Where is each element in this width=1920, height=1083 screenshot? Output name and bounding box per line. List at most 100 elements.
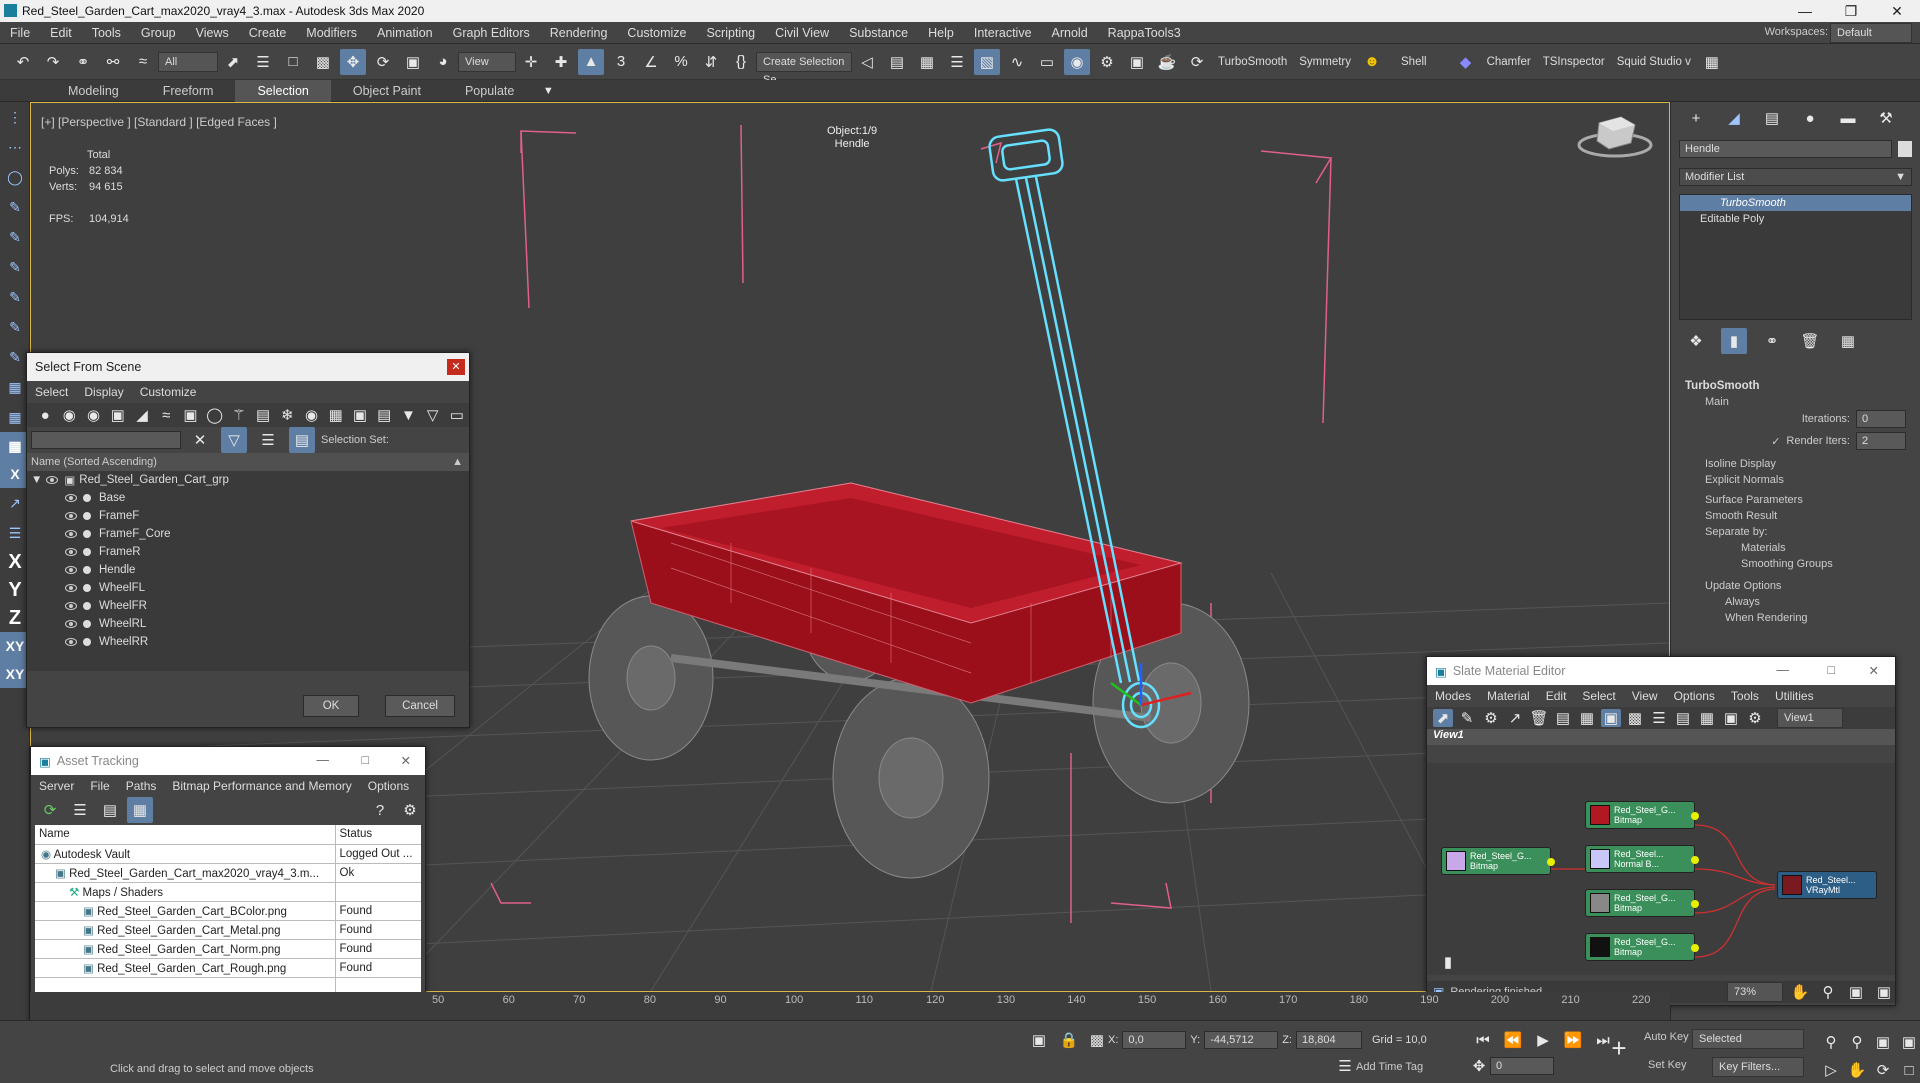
selection-filter-dropdown[interactable]: All	[158, 51, 218, 72]
named-selection-dropdown[interactable]: Create Selection Se	[756, 51, 852, 86]
cancel-button[interactable]: Cancel	[385, 695, 455, 717]
menu-tools[interactable]: Tools	[1723, 689, 1767, 703]
hidden-filter-icon[interactable]: ◉	[301, 402, 321, 428]
display-tab-icon[interactable]: ▬	[1835, 105, 1861, 131]
group-filter-icon[interactable]: ▣	[180, 402, 200, 428]
menu-arnold[interactable]: Arnold	[1042, 22, 1098, 44]
tsinspector-button[interactable]: TSInspector	[1537, 56, 1611, 68]
menu-customize[interactable]: Customize	[617, 22, 696, 44]
menu-material[interactable]: Material	[1479, 689, 1538, 703]
smooth-result-checkbox[interactable]: Smooth Result	[1705, 510, 1906, 522]
prev-frame-icon[interactable]: ⏪	[1500, 1027, 1526, 1053]
keyboard-shortcut-icon[interactable]: ▲	[578, 48, 604, 75]
funnel-icon[interactable]: ▽	[423, 402, 443, 428]
tree-item-row[interactable]: Base	[27, 489, 469, 507]
curve-editor-icon[interactable]: ∿	[1004, 49, 1030, 75]
menu-options[interactable]: Options	[1666, 689, 1723, 703]
visibility-eye-icon[interactable]	[46, 476, 59, 484]
key-filters-button[interactable]: Key Filters...	[1712, 1057, 1804, 1077]
ok-button[interactable]: OK	[303, 695, 359, 717]
pencil-icon[interactable]: ✎	[0, 222, 30, 252]
minimize-icon[interactable]: —	[317, 753, 330, 767]
orbit-icon[interactable]: ⟳	[1872, 1057, 1894, 1083]
iterations-input[interactable]: 0	[1856, 410, 1906, 428]
layout-children-icon[interactable]: ▤	[1673, 709, 1693, 727]
configure-sets-icon[interactable]: ▦	[1835, 328, 1861, 354]
menu-scripting[interactable]: Scripting	[696, 22, 765, 44]
lock-icon[interactable]: 🔒	[1056, 1027, 1082, 1053]
select-manipulate-icon[interactable]: ✚	[548, 49, 574, 75]
shape-filter-icon[interactable]: ◉	[59, 402, 79, 428]
material-editor-icon[interactable]: ◉	[1064, 48, 1090, 75]
tree-item-row[interactable]: FrameR	[27, 543, 469, 561]
schematic-view-icon[interactable]: ▭	[1034, 49, 1060, 75]
menu-file[interactable]: File	[82, 779, 117, 793]
smoothing-groups-checkbox[interactable]: Smoothing Groups	[1705, 558, 1906, 570]
delete-icon[interactable]: 🗑	[1529, 709, 1549, 727]
menu-modes[interactable]: Modes	[1427, 689, 1479, 703]
layout-icon[interactable]: ☰	[1649, 709, 1669, 727]
tree-item-row[interactable]: WheelRR	[27, 633, 469, 651]
tab-object-paint[interactable]: Object Paint	[331, 80, 443, 102]
time-tag-icon[interactable]: ☰	[1332, 1053, 1358, 1079]
close-icon[interactable]: ✕	[1874, 0, 1920, 22]
squid-studio-button[interactable]: Squid Studio v	[1611, 56, 1697, 68]
render-iters-checkbox[interactable]: ✓	[1771, 435, 1780, 448]
goto-start-icon[interactable]: ⏮	[1470, 1027, 1496, 1053]
bitmap-node-metal[interactable]: Red_Steel_G... Bitmap	[1585, 889, 1699, 917]
render-iters-input[interactable]: 2	[1856, 432, 1906, 450]
spacewarp-filter-icon[interactable]: ≈	[156, 402, 176, 428]
stack-item-turbosmooth[interactable]: TurboSmooth	[1680, 195, 1911, 211]
visibility-eye-icon[interactable]	[65, 602, 77, 610]
auto-key-button[interactable]: Auto Key	[1644, 1031, 1689, 1043]
unlink-icon[interactable]: ⚯	[100, 49, 126, 75]
menu-animation[interactable]: Animation	[367, 22, 443, 44]
detail-view-icon[interactable]: ▤	[97, 797, 123, 823]
camera-filter-icon[interactable]: ▣	[108, 402, 128, 428]
asset-row[interactable]: ▣ Red_Steel_Garden_Cart_Norm.png Found	[35, 939, 421, 959]
align-icon[interactable]: ▤	[884, 49, 910, 75]
menu-view[interactable]: View	[1624, 689, 1666, 703]
folder-icon[interactable]: ▭	[447, 402, 467, 428]
pivot-center-icon[interactable]: ✛	[518, 49, 544, 75]
tree-item-row[interactable]: FrameF	[27, 507, 469, 525]
rendered-frame-icon[interactable]: ▣	[1124, 49, 1150, 75]
select-rotate-icon[interactable]: ⟳	[370, 49, 396, 75]
invert-filter-icon[interactable]: ▤	[374, 402, 394, 428]
lasso-icon[interactable]: ◯	[0, 162, 30, 192]
x-coordinate-field[interactable]: 0,0	[1122, 1031, 1187, 1049]
menu-select[interactable]: Select	[27, 385, 76, 399]
menu-modifiers[interactable]: Modifiers	[296, 22, 367, 44]
menu-options[interactable]: Options	[360, 779, 417, 793]
undo-icon[interactable]: ↶	[10, 49, 36, 75]
menu-tools[interactable]: Tools	[82, 22, 131, 44]
select-object-icon[interactable]: ⬈	[220, 49, 246, 75]
xref-filter-icon[interactable]: ◯	[205, 402, 225, 428]
navigator-icon[interactable]: ▮	[1435, 949, 1461, 975]
tab-populate[interactable]: Populate	[443, 80, 536, 102]
zoom-extents-icon[interactable]: ▣	[1872, 1029, 1894, 1055]
tree-group-row[interactable]: ▼ ▣ Red_Steel_Garden_Cart_grp	[27, 471, 469, 489]
dots-icon[interactable]: ⋯	[0, 132, 30, 162]
bone-filter-icon[interactable]: ⚚	[229, 402, 249, 428]
container-filter-icon[interactable]: ▤	[253, 402, 273, 428]
window-crossing-icon[interactable]: ▩	[310, 49, 336, 75]
rect-selection-icon[interactable]: □	[280, 49, 306, 75]
pick-material-icon[interactable]: ✎	[1457, 709, 1477, 727]
visibility-eye-icon[interactable]	[65, 620, 77, 628]
tree-item-row[interactable]: WheelFL	[27, 579, 469, 597]
asset-row[interactable]: ▣ Red_Steel_Garden_Cart_Metal.png Found	[35, 920, 421, 940]
menu-server[interactable]: Server	[31, 779, 82, 793]
render-iterative-icon[interactable]: ⟳	[1184, 49, 1210, 75]
hide-unused-icon[interactable]: ▦	[1577, 709, 1597, 727]
menu-interactive[interactable]: Interactive	[964, 22, 1042, 44]
stack-item-editable-poly[interactable]: Editable Poly	[1680, 211, 1911, 227]
zoom-icon[interactable]: ⚲	[1819, 979, 1837, 1005]
bitmap-node-normal[interactable]: Red_Steel_G... Bitmap	[1441, 847, 1555, 875]
tab-freeform[interactable]: Freeform	[141, 80, 236, 102]
spinner-snap-icon[interactable]: ⇵	[698, 49, 724, 75]
help-icon[interactable]: ?	[367, 797, 393, 823]
brush-icon[interactable]: ✎	[0, 252, 30, 282]
menu-group[interactable]: Group	[131, 22, 186, 44]
tree-item-row[interactable]: WheelRL	[27, 615, 469, 633]
